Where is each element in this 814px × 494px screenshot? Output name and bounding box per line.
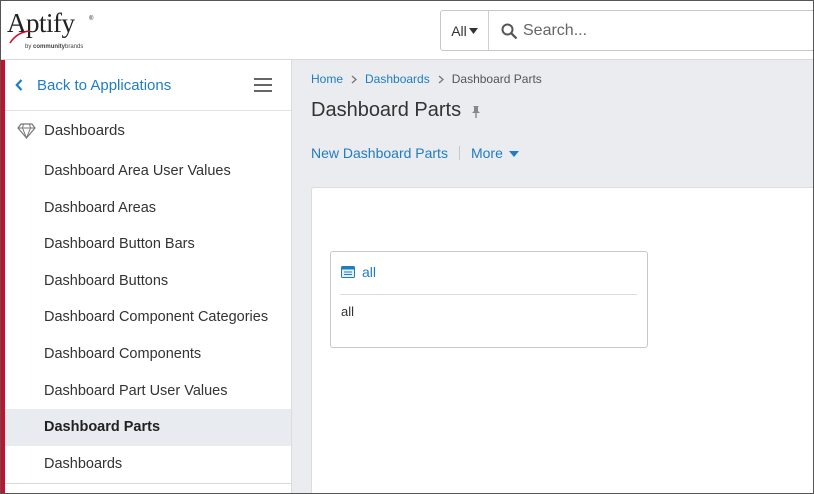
logo-byline: by communitybrands: [25, 44, 83, 50]
card-body-text: all: [341, 304, 355, 319]
sidebar-item-dashboard-area-user-values[interactable]: Dashboard Area User Values: [5, 153, 291, 190]
search-scope-dropdown[interactable]: All: [441, 11, 489, 50]
breadcrumb-dashboards[interactable]: Dashboards: [365, 72, 430, 86]
sidebar-item-dashboard-areas[interactable]: Dashboard Areas: [5, 190, 291, 227]
actions-separator: [458, 146, 460, 160]
new-dashboard-parts-link[interactable]: New Dashboard Parts: [311, 145, 448, 161]
sidebar-item-dashboard-buttons[interactable]: Dashboard Buttons: [5, 263, 291, 300]
app-window: Aptify ® by communitybrands All Search..…: [0, 0, 814, 494]
card-divider: [340, 294, 637, 295]
list-icon: [341, 266, 355, 278]
more-menu-label: More: [470, 145, 503, 161]
search-icon[interactable]: [501, 23, 517, 39]
caret-down-icon: [508, 150, 519, 157]
sidebar: Back to Applications Dashboards Dashboar…: [1, 60, 292, 493]
sidebar-section-label: Dashboards: [44, 122, 125, 139]
logo-swoosh-icon: [9, 30, 31, 44]
breadcrumb-current: Dashboard Parts: [451, 72, 542, 86]
aptify-logo[interactable]: Aptify ® by communitybrands: [7, 8, 97, 53]
more-menu-button[interactable]: More: [471, 145, 519, 161]
dashboard-part-card[interactable]: all all: [330, 251, 648, 348]
content-panel: all all: [311, 187, 813, 493]
logo-byline-suffix: brands: [65, 44, 84, 50]
logo-byline-prefix: by: [25, 44, 32, 50]
global-search: All: [440, 10, 813, 51]
sidebar-section-dashboards[interactable]: Dashboards: [17, 122, 125, 139]
hamburger-icon[interactable]: [254, 78, 272, 92]
chevron-left-icon: [15, 79, 23, 91]
caret-down-icon: [468, 27, 478, 34]
page-title: Dashboard Parts: [311, 99, 481, 122]
search-scope-label: All: [451, 22, 467, 39]
sidebar-item-dashboard-button-bars[interactable]: Dashboard Button Bars: [5, 226, 291, 263]
page-actions: New Dashboard Parts More: [311, 145, 519, 161]
breadcrumb: Home Dashboards Dashboard Parts: [311, 72, 542, 86]
page-title-text: Dashboard Parts: [311, 99, 462, 121]
card-title: all: [362, 264, 377, 280]
sidebar-item-dashboard-components[interactable]: Dashboard Components: [5, 336, 291, 373]
sidebar-item-dashboard-part-user-values[interactable]: Dashboard Part User Values: [5, 373, 291, 410]
sidebar-item-dashboards[interactable]: Dashboards: [5, 446, 291, 483]
breadcrumb-home[interactable]: Home: [311, 72, 343, 86]
diamond-icon: [17, 122, 36, 139]
chevron-right-icon: [351, 75, 358, 83]
sidebar-divider: [5, 110, 291, 111]
back-to-applications-link[interactable]: Back to Applications: [15, 75, 171, 95]
sidebar-bottom-divider: [5, 483, 291, 484]
main-content: Home Dashboards Dashboard Parts Dashboar…: [292, 60, 813, 493]
sidebar-item-dashboard-parts[interactable]: Dashboard Parts: [5, 409, 291, 446]
search-input[interactable]: [523, 11, 813, 50]
logo-trademark: ®: [89, 16, 94, 22]
pin-icon[interactable]: [471, 105, 481, 119]
back-to-applications-label: Back to Applications: [37, 76, 172, 94]
sidebar-item-dashboard-component-categories[interactable]: Dashboard Component Categories: [5, 299, 291, 336]
top-header: Aptify ® by communitybrands All: [1, 1, 813, 60]
sidebar-list: Dashboard Area User Values Dashboard Are…: [5, 153, 291, 482]
logo-byline-brand: community: [33, 44, 66, 50]
card-header[interactable]: all: [341, 264, 376, 280]
chevron-right-icon: [438, 75, 444, 83]
